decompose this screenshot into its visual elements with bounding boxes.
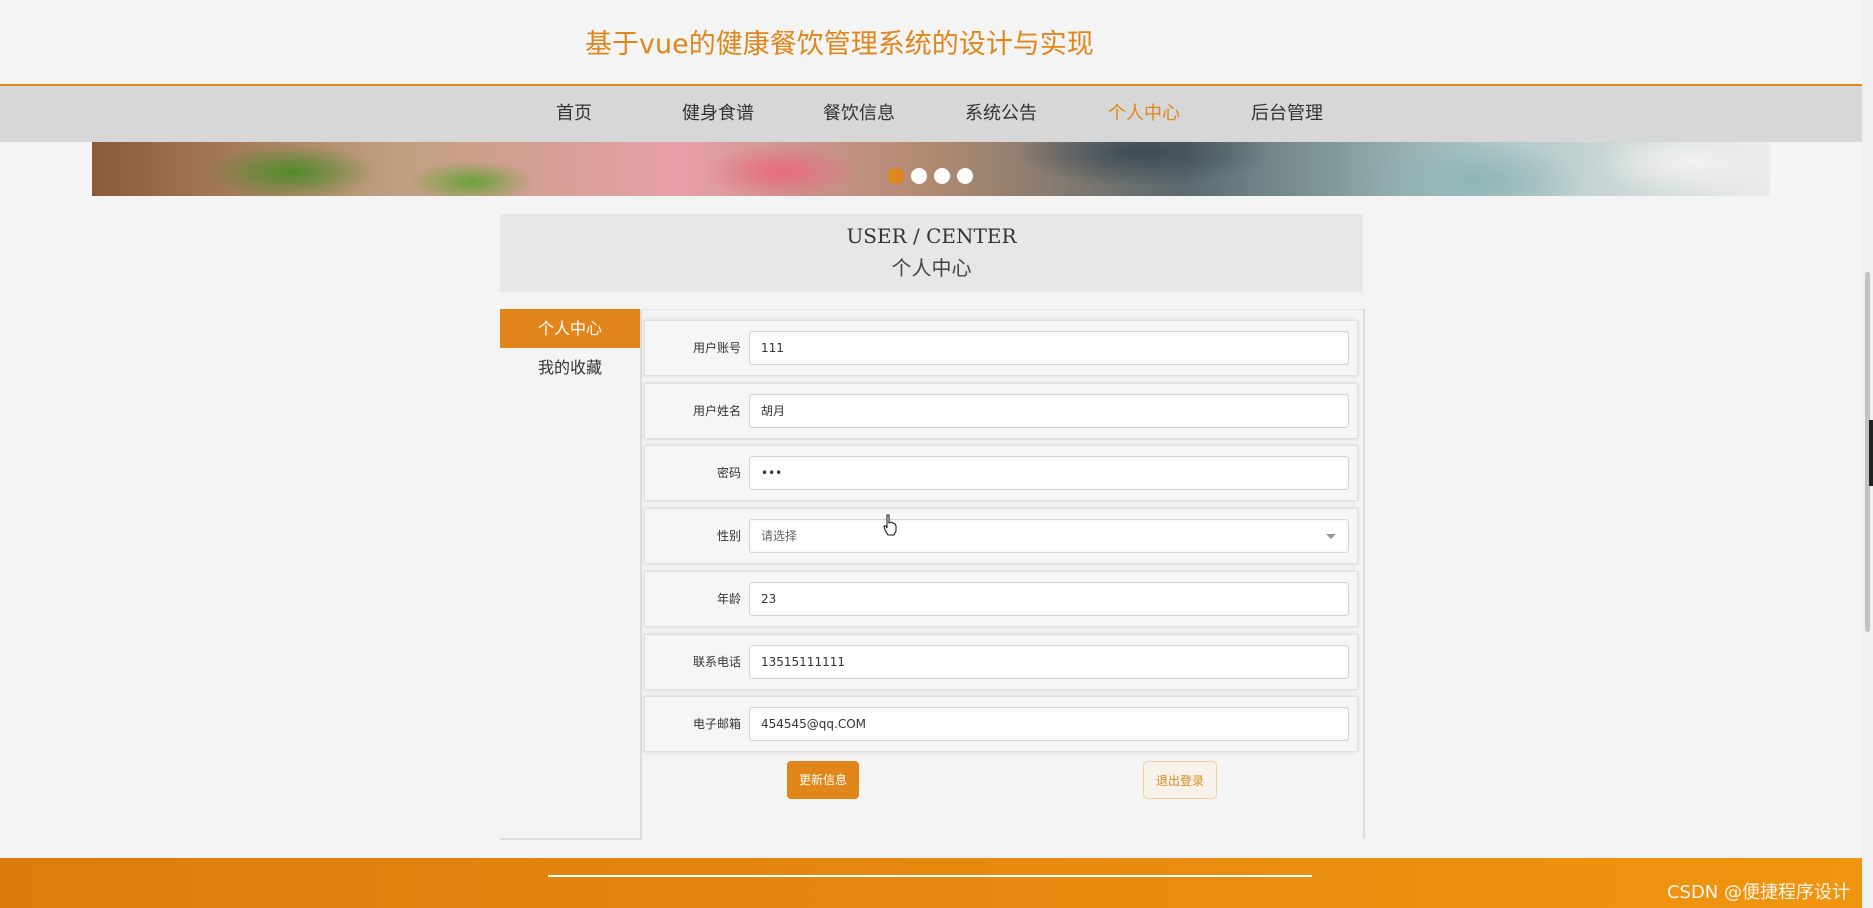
password-input[interactable]: ••• (749, 456, 1349, 490)
nav-item-dining-info[interactable]: 餐饮信息 (823, 86, 895, 142)
hand-cursor-icon (883, 514, 897, 536)
nav-item-fitness-recipes[interactable]: 健身食谱 (682, 86, 754, 142)
phone-label: 联系电话 (692, 655, 741, 669)
nav-item-admin[interactable]: 后台管理 (1251, 86, 1323, 142)
update-info-button[interactable]: 更新信息 (787, 761, 859, 799)
main-nav: 首页 健身食谱 餐饮信息 系统公告 个人中心 后台管理 (0, 86, 1862, 142)
user-center-heading: USER / CENTER 个人中心 (500, 214, 1363, 292)
site-header: 基于vue的健康餐饮管理系统的设计与实现 (0, 0, 1862, 86)
footer-divider (548, 875, 1312, 877)
site-title: 基于vue的健康餐饮管理系统的设计与实现 (585, 29, 1094, 60)
carousel-dot[interactable] (934, 168, 950, 184)
age-input[interactable]: 23 (749, 582, 1349, 616)
csdn-watermark: CSDN @便捷程序设计 (1666, 882, 1850, 903)
name-input[interactable]: 胡月 (749, 394, 1349, 428)
carousel-dot[interactable] (888, 168, 904, 184)
form-row-gender: 性别 请选择 (644, 508, 1358, 564)
page-scrollbar[interactable] (1862, 0, 1873, 908)
nav-item-home[interactable]: 首页 (556, 86, 592, 142)
account-label: 用户账号 (692, 341, 741, 355)
form-row-phone: 联系电话 13515111111 (644, 634, 1358, 690)
email-label: 电子邮箱 (692, 717, 741, 731)
form-row-password: 密码 ••• (644, 445, 1358, 501)
logout-button[interactable]: 退出登录 (1143, 761, 1217, 799)
banner-carousel (92, 142, 1770, 196)
email-input[interactable]: 454545@qq.COM (749, 707, 1349, 741)
nav-item-announcements[interactable]: 系统公告 (965, 86, 1037, 142)
form-row-age: 年龄 23 (644, 571, 1358, 627)
user-center-title-en: USER / CENTER (846, 224, 1017, 248)
age-label: 年龄 (716, 592, 741, 606)
sidebar-item-user-center[interactable]: 个人中心 (500, 309, 640, 348)
gender-placeholder: 请选择 (761, 529, 798, 543)
gender-select[interactable]: 请选择 (749, 519, 1349, 553)
carousel-dot[interactable] (911, 168, 927, 184)
form-row-email: 电子邮箱 454545@qq.COM (644, 696, 1358, 752)
gender-label: 性别 (716, 529, 741, 543)
profile-form: 用户账号 111 用户姓名 胡月 密码 ••• 性别 请选择 年龄 23 联系电… (640, 309, 1365, 839)
user-sidebar: 个人中心 我的收藏 (500, 309, 642, 840)
password-label: 密码 (716, 466, 741, 480)
scrollbar-marker (1869, 420, 1873, 486)
user-center-title-cn: 个人中心 (891, 256, 972, 280)
phone-input[interactable]: 13515111111 (749, 645, 1349, 679)
form-row-name: 用户姓名 胡月 (644, 383, 1358, 439)
form-row-account: 用户账号 111 (644, 320, 1358, 376)
sidebar-item-favorites[interactable]: 我的收藏 (500, 348, 640, 387)
chevron-down-icon (1326, 534, 1336, 539)
site-footer: CSDN @便捷程序设计 (0, 858, 1862, 908)
nav-item-user-center[interactable]: 个人中心 (1108, 86, 1180, 142)
account-input[interactable]: 111 (749, 331, 1349, 365)
name-label: 用户姓名 (692, 404, 741, 418)
carousel-dot[interactable] (957, 168, 973, 184)
